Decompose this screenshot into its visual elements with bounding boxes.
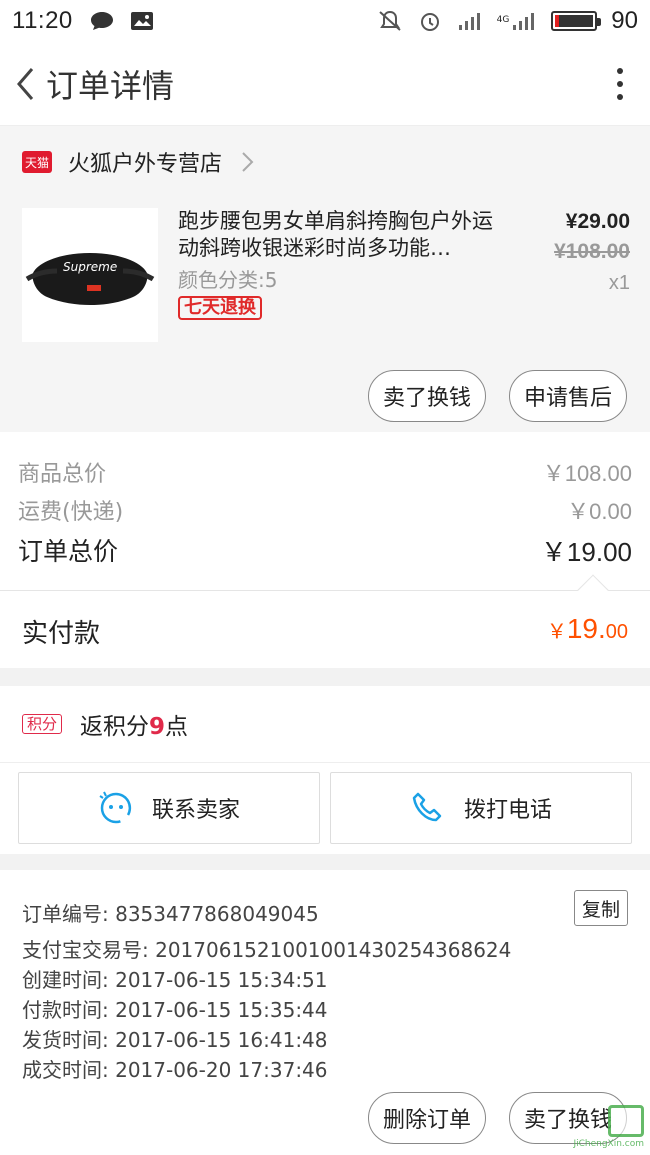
actual-paid-label: 实付款 xyxy=(22,619,101,649)
battery-icon xyxy=(551,11,602,31)
shop-name: 火狐户外专营店 xyxy=(68,152,223,177)
back-button[interactable] xyxy=(4,42,46,126)
more-menu-button[interactable] xyxy=(590,42,650,126)
item-quantity: x1 xyxy=(608,272,630,294)
order-total-label: 订单总价 xyxy=(18,537,119,566)
points-text: 返积分9点 xyxy=(80,714,189,740)
battery-percent: 90 xyxy=(611,7,638,34)
return-policy-badge: 七天退换 xyxy=(178,296,262,320)
item-price: ¥29.00 xyxy=(565,210,630,233)
item-title: 跑步腰包男女单肩斜挎胸包户外运动斜跨收银迷彩时尚多功能… xyxy=(178,209,493,260)
price-summary: 商品总价 ￥108.00 运费(快递) ￥0.00 订单总价 ￥19.00 xyxy=(0,432,650,590)
tmall-badge: 天猫 xyxy=(22,151,52,173)
order-item[interactable]: Supreme 跑步腰包男女单肩斜挎胸包户外运动斜跨收银迷彩时尚多功能… 颜色分… xyxy=(0,198,650,432)
contact-seller-label: 联系卖家 xyxy=(151,798,240,823)
contact-section: 联系卖家 拨打电话 xyxy=(0,762,650,854)
signal-4g-icon xyxy=(513,13,535,30)
alarm-icon xyxy=(420,13,439,31)
status-bar: 11:20 4G 90 xyxy=(0,0,650,42)
order-info: 订单编号: 8353477868049045 复制 支付宝交易号: 201706… xyxy=(0,870,650,1155)
after-sale-button[interactable]: 申请售后 xyxy=(509,370,627,422)
order-number: 订单编号: 8353477868049045 xyxy=(22,902,319,926)
points-row: 积分 返积分9点 xyxy=(0,686,650,762)
chat-bubble-icon xyxy=(99,791,132,824)
call-phone-button[interactable]: 拨打电话 xyxy=(330,772,632,844)
signal-icon xyxy=(458,13,480,30)
thumb-logo-text: Supreme xyxy=(63,260,117,274)
actual-paid-row: 实付款 ￥19.00 xyxy=(0,574,650,668)
order-total-row: 订单总价 ￥19.00 xyxy=(18,532,632,569)
watermark: JiChengXin.com xyxy=(573,1105,644,1149)
alipay-trade-number: 支付宝交易号: 2017061521001001430254368624 xyxy=(22,938,512,962)
shop-row[interactable]: 天猫 火狐户外专营店 xyxy=(0,126,650,198)
completed-time: 成交时间: 2017-06-20 17:37:46 xyxy=(22,1058,328,1082)
item-thumbnail[interactable]: Supreme xyxy=(22,208,158,342)
resell-button[interactable]: 卖了换钱 xyxy=(368,370,486,422)
mute-bell-icon xyxy=(378,10,401,31)
order-total-value: ￥19.00 xyxy=(540,537,632,567)
watermark-logo-icon xyxy=(608,1105,644,1137)
shipping-value: ￥0.00 xyxy=(567,499,632,524)
actual-paid-value: ￥19.00 xyxy=(546,613,628,644)
chat-notification-icon xyxy=(90,12,113,30)
delete-order-button[interactable]: 删除订单 xyxy=(368,1092,486,1144)
goods-total-row: 商品总价 ￥108.00 xyxy=(18,456,632,488)
status-time: 11:20 xyxy=(12,7,73,34)
goods-total-label: 商品总价 xyxy=(18,462,107,487)
image-notification-icon xyxy=(130,12,153,30)
phone-icon xyxy=(412,792,442,822)
watermark-text: JiChengXin.com xyxy=(573,1139,644,1149)
copy-button[interactable]: 复制 xyxy=(574,890,628,926)
goods-total-value: ￥108.00 xyxy=(542,461,632,486)
page-title: 订单详情 xyxy=(46,66,175,105)
paid-time: 付款时间: 2017-06-15 15:35:44 xyxy=(22,998,328,1022)
network-type: 4G xyxy=(496,15,510,25)
shipping-label: 运费(快递) xyxy=(18,500,124,525)
chevron-right-icon xyxy=(242,152,254,172)
waist-bag-image: Supreme xyxy=(25,253,155,305)
contact-seller-button[interactable]: 联系卖家 xyxy=(18,772,320,844)
points-badge: 积分 xyxy=(22,714,63,734)
item-original-price: ¥108.00 xyxy=(554,240,630,263)
shipped-time: 发货时间: 2017-06-15 16:41:48 xyxy=(22,1028,328,1052)
created-time: 创建时间: 2017-06-15 15:34:51 xyxy=(22,968,328,992)
shipping-row: 运费(快递) ￥0.00 xyxy=(18,494,632,526)
call-phone-label: 拨打电话 xyxy=(463,798,552,823)
item-sku: 颜色分类:5 xyxy=(178,268,278,292)
chevron-left-icon xyxy=(17,67,34,100)
nav-bar: 订单详情 xyxy=(0,42,650,126)
